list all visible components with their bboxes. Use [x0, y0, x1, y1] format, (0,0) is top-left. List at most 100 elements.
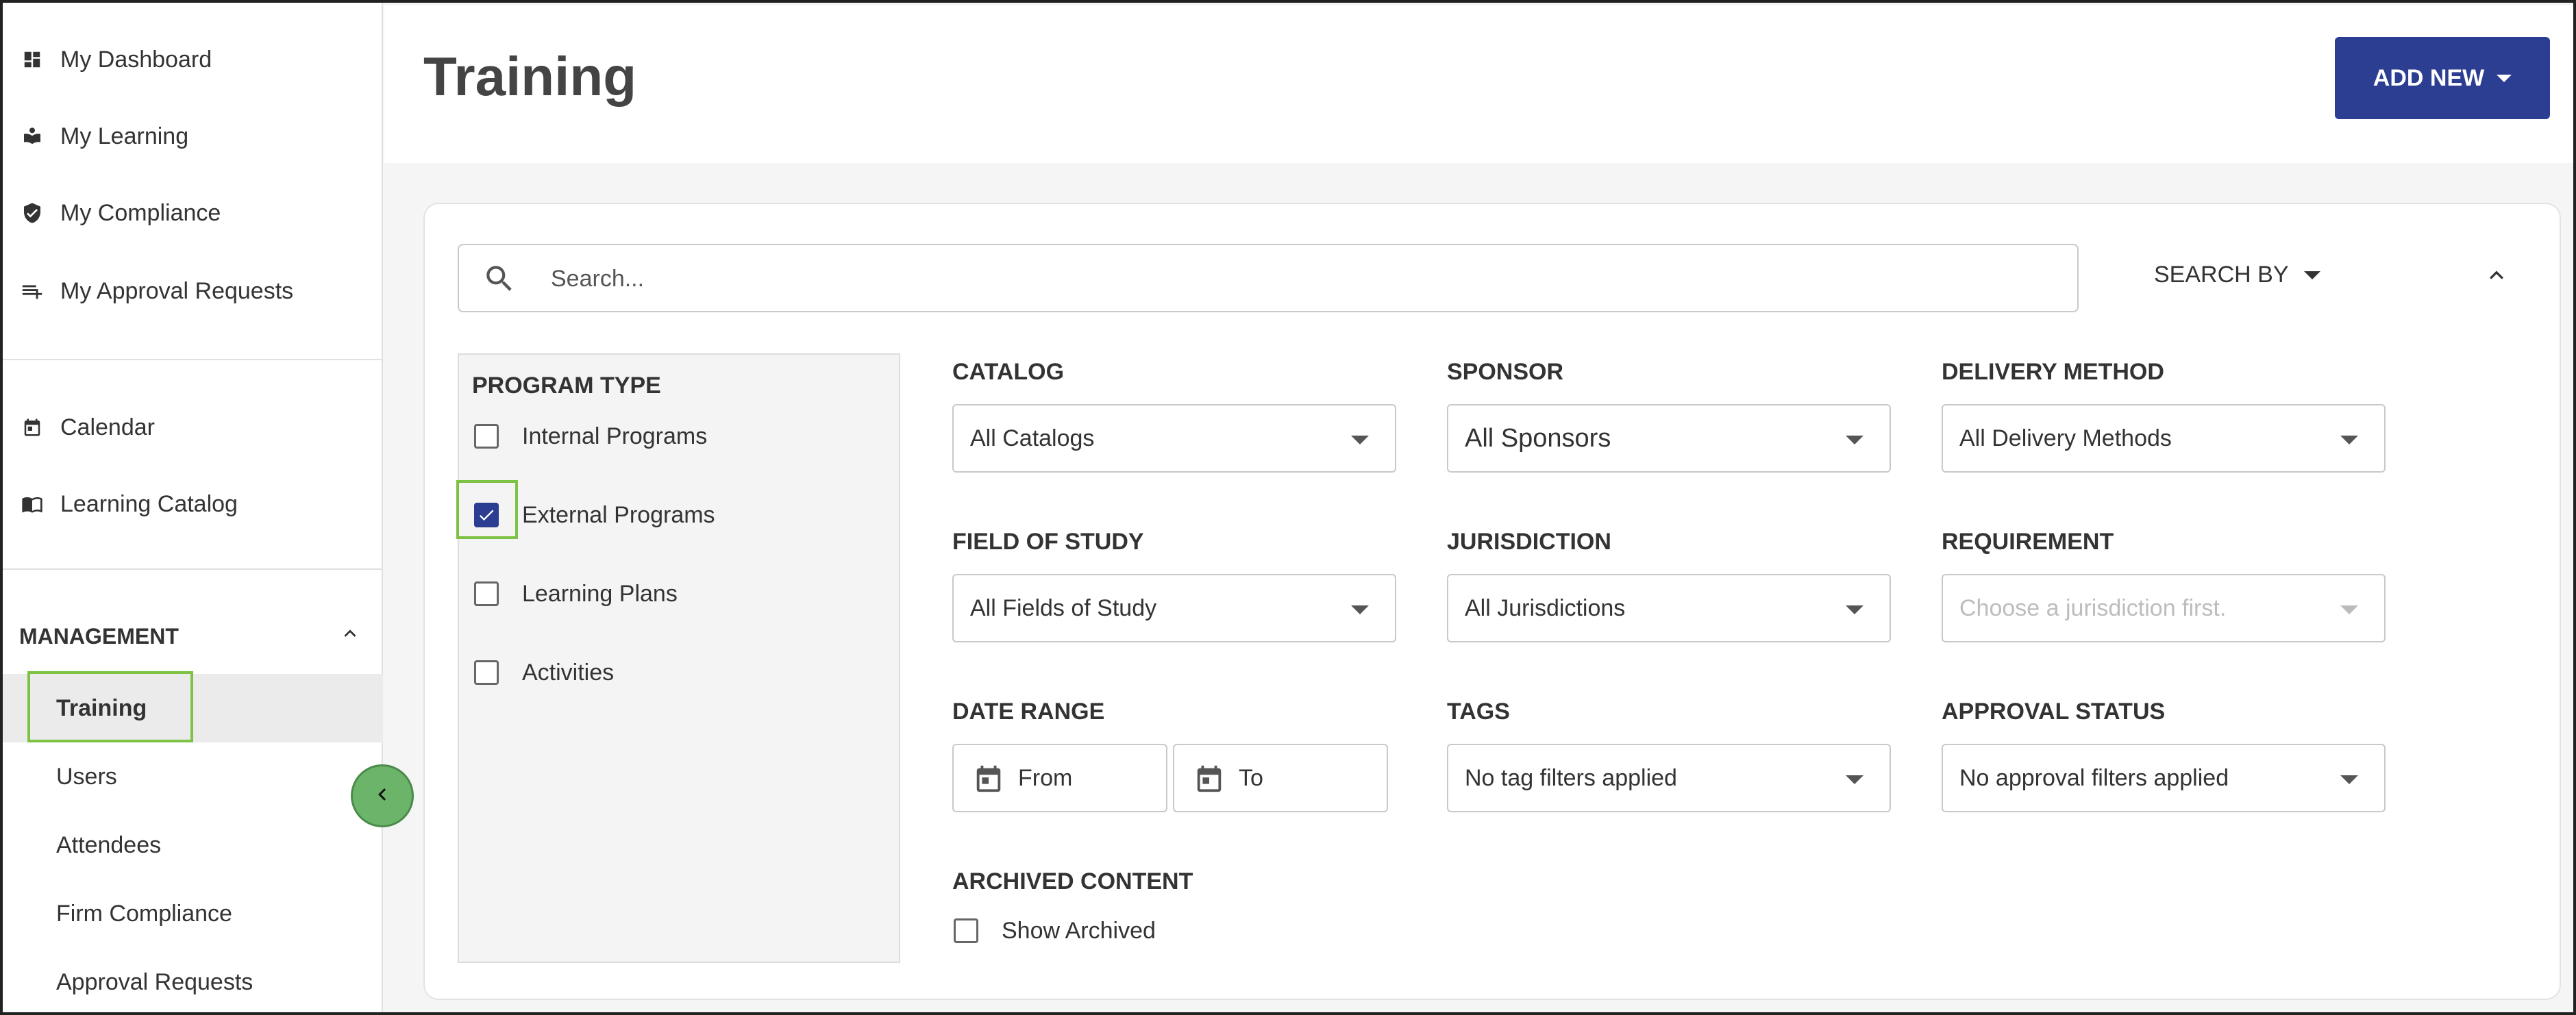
date-to-field[interactable]: To [1173, 744, 1388, 812]
checkbox-label: Show Archived [1002, 917, 1156, 944]
calendar-icon [1193, 763, 1225, 794]
sidebar-item-users[interactable]: Users [3, 742, 383, 811]
caret-down-icon [2340, 605, 2358, 614]
main-header [384, 5, 2573, 163]
sidebar-item-label: My Approval Requests [60, 277, 294, 304]
training-highlight [27, 671, 193, 742]
caret-down-icon [1846, 605, 1863, 614]
checkbox[interactable] [474, 581, 499, 606]
tags-value: No tag filters applied [1465, 764, 1677, 791]
catalog-select[interactable]: All Catalogs [952, 404, 1396, 473]
management-section-toggle[interactable]: MANAGEMENT [19, 619, 362, 653]
sidebar-item-label: My Compliance [60, 199, 221, 226]
add-new-label: ADD NEW [2373, 64, 2485, 91]
calendar-icon [973, 763, 1004, 794]
checkbox[interactable] [474, 424, 499, 449]
delivery-method-label: DELIVERY METHOD [1942, 359, 2164, 385]
tags-select[interactable]: No tag filters applied [1447, 744, 1891, 812]
field-of-study-value: All Fields of Study [970, 594, 1157, 621]
sidebar-item-my-dashboard[interactable]: My Dashboard [3, 29, 383, 90]
sidebar-item-firm-compliance[interactable]: Firm Compliance [3, 879, 383, 948]
program-type-title: PROGRAM TYPE [472, 373, 661, 399]
collapse-sidebar-button[interactable] [351, 764, 414, 827]
checkbox-label: Activities [522, 659, 615, 686]
search-icon [482, 262, 517, 296]
checkbox[interactable] [954, 918, 978, 943]
sidebar-item-approval-requests[interactable]: Approval Requests [3, 948, 383, 1012]
sidebar-item-label: Firm Compliance [56, 900, 232, 927]
approval-status-select[interactable]: No approval filters applied [1942, 744, 2386, 812]
sidebar-item-label: My Dashboard [60, 46, 212, 73]
chevron-left-icon [370, 782, 395, 810]
learning-icon [21, 125, 44, 148]
sponsor-value: All Sponsors [1465, 423, 1611, 453]
sidebar-item-label: Learning Catalog [60, 490, 238, 517]
date-from-label: From [1018, 764, 1073, 791]
jurisdiction-label: JURISDICTION [1447, 529, 1611, 555]
requirement-label: REQUIREMENT [1942, 529, 2114, 555]
sponsor-label: SPONSOR [1447, 359, 1564, 385]
approval-status-label: APPROVAL STATUS [1942, 699, 2166, 725]
program-type-learning-plans[interactable]: Learning Plans [474, 577, 678, 611]
catalog-value: All Catalogs [970, 425, 1095, 451]
approval-status-value: No approval filters applied [1959, 764, 2229, 791]
caret-down-icon [2497, 74, 2512, 82]
app-window: My Dashboard My Learning My Compliance M… [0, 0, 2576, 1015]
search-input[interactable] [551, 260, 2044, 297]
search-by-label: SEARCH BY [2154, 262, 2289, 288]
playlist-add-icon [21, 279, 44, 303]
sidebar-item-label: Users [56, 763, 117, 790]
jurisdiction-select[interactable]: All Jurisdictions [1447, 574, 1891, 642]
show-archived-option[interactable]: Show Archived [954, 914, 1156, 948]
delivery-method-select[interactable]: All Delivery Methods [1942, 404, 2386, 473]
date-range-label: DATE RANGE [952, 699, 1105, 725]
requirement-value: Choose a jurisdiction first. [1959, 594, 2227, 621]
requirement-select: Choose a jurisdiction first. [1942, 574, 2386, 642]
program-type-internal[interactable]: Internal Programs [474, 419, 707, 453]
caret-down-icon [1846, 775, 1863, 784]
caret-down-icon [1351, 605, 1369, 614]
sidebar-item-my-approval-requests[interactable]: My Approval Requests [3, 260, 383, 322]
sidebar-item-label: My Learning [60, 123, 189, 149]
caret-down-icon [2340, 436, 2358, 444]
checkbox-label: External Programs [522, 501, 715, 528]
search-by-dropdown[interactable]: SEARCH BY [2154, 262, 2320, 288]
caret-down-icon [1846, 436, 1863, 444]
jurisdiction-value: All Jurisdictions [1465, 594, 1626, 621]
book-icon [21, 492, 44, 516]
sidebar: My Dashboard My Learning My Compliance M… [3, 3, 383, 1012]
collapse-filters-icon[interactable] [2483, 262, 2510, 289]
program-type-activities[interactable]: Activities [474, 655, 614, 690]
sidebar-item-calendar[interactable]: Calendar [3, 397, 383, 458]
external-programs-highlight [456, 480, 518, 539]
date-from-field[interactable]: From [952, 744, 1167, 812]
calendar-icon [21, 416, 44, 439]
caret-down-icon [2303, 271, 2320, 279]
dashboard-icon [21, 48, 44, 71]
field-of-study-select[interactable]: All Fields of Study [952, 574, 1396, 642]
sidebar-item-attendees[interactable]: Attendees [3, 811, 383, 879]
sidebar-item-label: Approval Requests [56, 968, 253, 995]
chevron-up-icon [338, 622, 362, 651]
page-title: Training [423, 46, 637, 107]
checkbox[interactable] [474, 660, 499, 685]
checkbox-label: Internal Programs [522, 423, 708, 449]
field-of-study-label: FIELD OF STUDY [952, 529, 1144, 555]
sidebar-divider [3, 568, 383, 570]
caret-down-icon [1351, 436, 1369, 444]
sidebar-item-label: Calendar [60, 414, 155, 440]
sponsor-select[interactable]: All Sponsors [1447, 404, 1891, 473]
date-to-label: To [1239, 764, 1263, 791]
sidebar-item-label: Attendees [56, 831, 162, 858]
sidebar-item-my-compliance[interactable]: My Compliance [3, 182, 383, 244]
sidebar-item-my-learning[interactable]: My Learning [3, 105, 383, 167]
archived-content-label: ARCHIVED CONTENT [952, 868, 1193, 894]
sidebar-divider [3, 359, 383, 360]
tags-label: TAGS [1447, 699, 1510, 725]
sidebar-item-learning-catalog[interactable]: Learning Catalog [3, 473, 383, 535]
caret-down-icon [2340, 775, 2358, 784]
management-title: MANAGEMENT [19, 623, 179, 649]
add-new-button[interactable]: ADD NEW [2335, 37, 2550, 119]
delivery-method-value: All Delivery Methods [1959, 425, 2172, 451]
shield-check-icon [21, 201, 44, 225]
